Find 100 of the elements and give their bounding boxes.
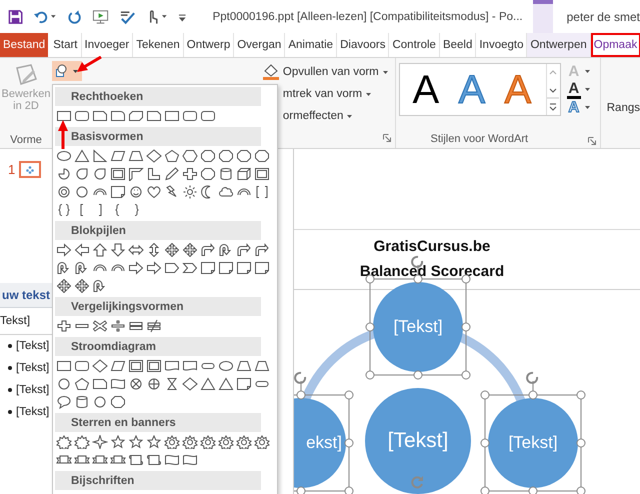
ribbon-tab[interactable]: Overgan: [234, 33, 286, 57]
sun-icon[interactable]: [182, 185, 198, 199]
scroll-icon[interactable]: [146, 453, 162, 467]
diamond-icon[interactable]: [146, 149, 162, 163]
pentagon-icon[interactable]: [74, 377, 90, 391]
trapezoid-icon[interactable]: [236, 359, 252, 373]
ribbon-tab[interactable]: Opmaak: [590, 33, 640, 57]
pie-icon[interactable]: [56, 167, 72, 181]
double-arrow-icon[interactable]: [146, 243, 162, 257]
teardrop-icon[interactable]: [74, 167, 90, 181]
slide-title[interactable]: GratisCursus.be: [364, 234, 490, 259]
not-equal-icon[interactable]: [146, 319, 162, 333]
ribbon-tab[interactable]: Ontwerpen: [527, 33, 591, 57]
frame-icon[interactable]: [146, 359, 162, 373]
triangle-icon[interactable]: [218, 377, 234, 391]
heart-icon[interactable]: [146, 185, 162, 199]
four-way-arrow-icon[interactable]: [74, 279, 90, 293]
left-arrow-icon[interactable]: [74, 243, 90, 257]
cylinder-icon[interactable]: [74, 395, 90, 409]
rectangle-icon[interactable]: [164, 109, 180, 123]
u-turn-arrow-icon[interactable]: [74, 261, 90, 275]
parallelogram-icon[interactable]: [110, 149, 126, 163]
trapezoid-icon[interactable]: [254, 359, 270, 373]
double-arrow-icon[interactable]: [128, 243, 144, 257]
ribbon-tab[interactable]: Beeld: [440, 33, 476, 57]
diamond-icon[interactable]: [92, 359, 108, 373]
teardrop-icon[interactable]: [92, 167, 108, 181]
pentagon-arrow-icon[interactable]: [164, 261, 180, 275]
equal-icon[interactable]: [128, 319, 144, 333]
right-triangle-icon[interactable]: [92, 149, 108, 163]
octagon-icon[interactable]: [200, 149, 216, 163]
circle-icon[interactable]: [56, 377, 72, 391]
shape-format-command[interactable]: Opvullen van vorm: [262, 64, 395, 80]
starburst-icon[interactable]: [74, 435, 90, 449]
star-icon[interactable]: [110, 435, 126, 449]
insert-shape-button[interactable]: [52, 61, 82, 81]
text-format-command[interactable]: A: [566, 81, 591, 98]
ribbon-tab[interactable]: Tekenen: [133, 33, 184, 57]
l-shape-icon[interactable]: [146, 167, 162, 181]
seal-icon[interactable]: [236, 435, 252, 449]
trapezoid-icon[interactable]: [128, 149, 144, 163]
seal-icon[interactable]: [182, 435, 198, 449]
folded-corner-icon[interactable]: [236, 377, 252, 391]
arrange-label[interactable]: Rangs: [606, 102, 640, 114]
folded-corner-icon[interactable]: [236, 261, 252, 275]
u-turn-arrow-icon[interactable]: [218, 243, 234, 257]
smiley-icon[interactable]: [128, 185, 144, 199]
bent-arrow-icon[interactable]: [200, 243, 216, 257]
slide-thumbnail[interactable]: [19, 161, 42, 178]
right-arrow-icon[interactable]: [146, 261, 162, 275]
hourglass-icon[interactable]: [164, 377, 180, 391]
shape-format-command[interactable]: mtrek van vorm: [262, 86, 395, 102]
u-turn-arrow-icon[interactable]: [56, 261, 72, 275]
ribbon-tab[interactable]: Bestand: [0, 33, 48, 57]
spelling-check-icon[interactable]: [119, 8, 136, 24]
parallelogram-icon[interactable]: [110, 359, 126, 373]
callout-icon[interactable]: [56, 395, 72, 409]
rotate-handle-icon[interactable]: [411, 475, 425, 489]
triangle-icon[interactable]: [200, 377, 216, 391]
frame-icon[interactable]: [254, 167, 270, 181]
folded-corner-icon[interactable]: [218, 261, 234, 275]
four-way-arrow-icon[interactable]: [164, 243, 180, 257]
bent-arrow-icon[interactable]: [254, 243, 270, 257]
octagon-icon[interactable]: [200, 167, 216, 181]
pentagon-icon[interactable]: [164, 149, 180, 163]
triangle-icon[interactable]: [74, 149, 90, 163]
cross-icon[interactable]: [182, 167, 198, 181]
chevron-icon[interactable]: [182, 261, 198, 275]
up-arrow-icon[interactable]: [92, 243, 108, 257]
scroll-icon[interactable]: [128, 453, 144, 467]
wave-banner-icon[interactable]: [182, 453, 198, 467]
document-icon[interactable]: [164, 359, 180, 373]
undo-icon[interactable]: [33, 8, 48, 24]
text-pane-line[interactable]: [Tekst]: [16, 340, 50, 352]
hexagon-icon[interactable]: [182, 149, 198, 163]
star-icon[interactable]: [92, 435, 108, 449]
ring-icon[interactable]: [56, 185, 72, 199]
right-arrow-icon[interactable]: [128, 261, 144, 275]
slide-title[interactable]: Balanced Scorecard: [350, 259, 504, 284]
rectangle-icon[interactable]: [56, 359, 72, 373]
text-pane-line[interactable]: [Tekst]: [16, 406, 50, 418]
divide-icon[interactable]: [110, 319, 126, 333]
octagon-icon[interactable]: [236, 149, 252, 163]
dialog-launcher-icon[interactable]: [382, 134, 391, 142]
dialog-launcher-icon[interactable]: [588, 137, 596, 145]
user-name[interactable]: peter de smet: [566, 10, 640, 24]
seal-icon[interactable]: [218, 435, 234, 449]
cloud-icon[interactable]: [218, 185, 234, 199]
u-turn-arrow-icon[interactable]: [92, 279, 108, 293]
redo-icon[interactable]: [66, 8, 82, 24]
frame-icon[interactable]: [128, 359, 144, 373]
brackets-icon[interactable]: [254, 185, 270, 199]
octagon-icon[interactable]: [110, 395, 126, 409]
circle-plus-icon[interactable]: [146, 377, 162, 391]
starburst-icon[interactable]: [56, 435, 72, 449]
ribbon-tab[interactable]: Invoeger: [82, 33, 134, 57]
text-pane-line[interactable]: [Tekst]: [16, 362, 50, 374]
ribbon-tab[interactable]: Ontwerp: [184, 33, 234, 57]
rectangle-icon[interactable]: [56, 109, 72, 123]
document-icon[interactable]: [182, 359, 198, 373]
